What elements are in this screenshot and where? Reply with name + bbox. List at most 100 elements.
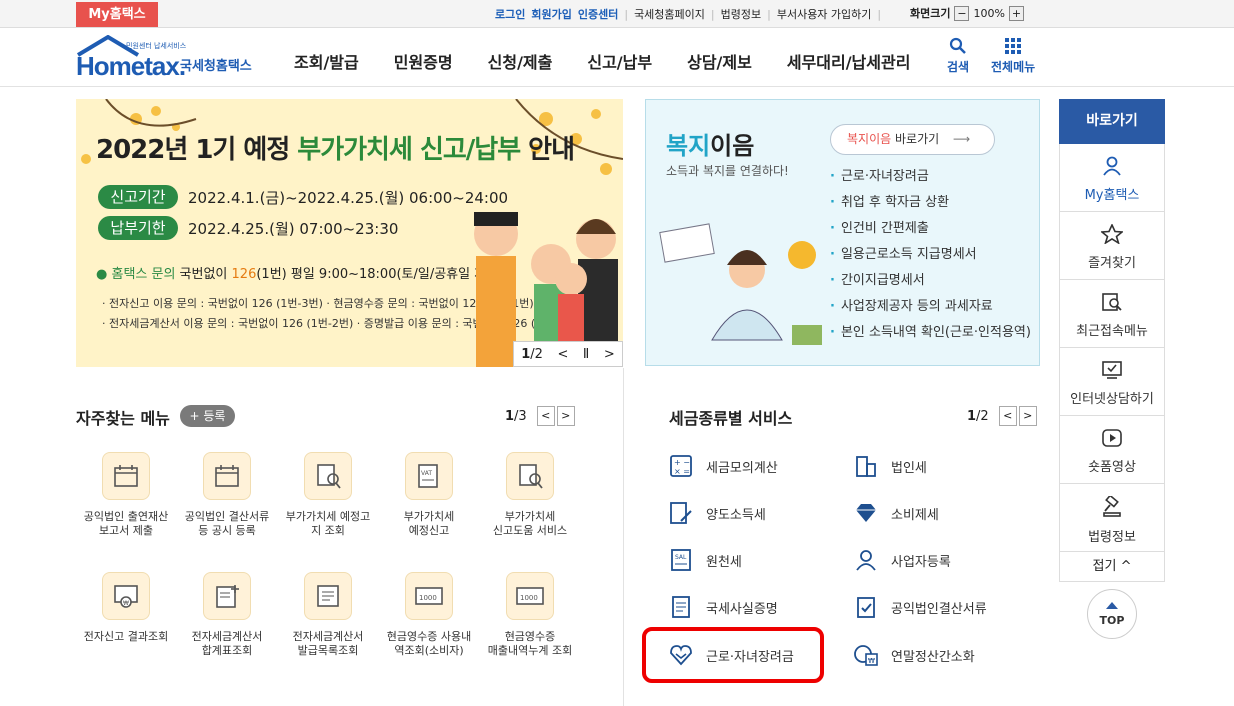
- next-page-button[interactable]: >: [556, 406, 575, 426]
- quick-shortform-video[interactable]: 숏폼영상: [1059, 416, 1165, 484]
- banner-page-indicator: 1/2: [521, 346, 543, 362]
- welfare-item[interactable]: 간이지급명세서: [830, 268, 1031, 294]
- separator: |: [767, 7, 771, 21]
- prev-page-button[interactable]: <: [998, 406, 1017, 426]
- welfare-title: 복지이음: [666, 132, 755, 160]
- search-button[interactable]: 검색: [947, 37, 969, 75]
- service-tax-fact-certificate[interactable]: 국세사실증명: [668, 594, 778, 620]
- service-tax-simulation[interactable]: + − × = 세금모의계산: [668, 453, 778, 479]
- quick-law-info[interactable]: 법령정보: [1059, 484, 1165, 552]
- vat-notice-banner[interactable]: 2022년 1기 예정 부가가치세 신고/납부 안내 신고기간 2022.4.1…: [76, 99, 623, 367]
- welfare-item[interactable]: 취업 후 학자금 상환: [830, 190, 1031, 216]
- user-icon: [1103, 156, 1121, 176]
- menu-tile[interactable]: ₩ 전자신고 결과조회: [76, 572, 176, 644]
- quick-bar-header: 바로가기: [1059, 99, 1165, 144]
- dept-user-join-link[interactable]: 부서사용자 가입하기: [777, 6, 872, 22]
- all-menu-button[interactable]: 전체메뉴: [991, 37, 1035, 75]
- nav-inquiry-issue[interactable]: 조회/발급: [294, 49, 359, 73]
- menu-tile[interactable]: 전자세금계산서 발급목록조회: [278, 572, 378, 658]
- menu-tile[interactable]: 공익법인 결산서류 등 공시 등록: [177, 452, 277, 538]
- quick-online-consult[interactable]: 인터넷상담하기: [1059, 348, 1165, 416]
- banner-prev-button[interactable]: <: [557, 347, 568, 362]
- invoice-list-icon: [304, 572, 352, 620]
- frequent-menu-pager: 1/3 < >: [505, 406, 575, 426]
- svg-text:× =: × =: [674, 467, 690, 476]
- document-search-icon: [506, 452, 554, 500]
- scroll-top-button[interactable]: TOP: [1087, 589, 1137, 639]
- prev-page-button[interactable]: <: [536, 406, 555, 426]
- calendar-icon: [203, 452, 251, 500]
- welfare-item[interactable]: 사업장제공자 등의 과세자료: [830, 294, 1031, 320]
- menu-tile[interactable]: 부가가치세 신고도움 서비스: [480, 452, 580, 538]
- welfare-item[interactable]: 인건비 간편제출: [830, 216, 1031, 242]
- deadline-label: 납부기한: [98, 216, 178, 240]
- quick-fold-button[interactable]: 접기 ^: [1059, 552, 1165, 582]
- service-year-end-settlement[interactable]: ₩ 연말정산간소화: [853, 642, 975, 668]
- nav-tax-agent[interactable]: 세무대리/납세관리: [787, 49, 911, 73]
- svg-text:VAT: VAT: [421, 470, 432, 477]
- zoom-out-button[interactable]: −: [954, 5, 970, 21]
- zoom-in-button[interactable]: +: [1008, 5, 1024, 21]
- cert-center-link[interactable]: 인증센터: [578, 6, 618, 22]
- hometax-logo[interactable]: 민원센터 납세서비스 Hometax. 국세청홈택스: [76, 35, 261, 81]
- menu-tile[interactable]: 전자세금계산서 합계표조회: [177, 572, 277, 658]
- service-capital-gains-tax[interactable]: 양도소득세: [668, 500, 766, 526]
- document-icon: [668, 594, 694, 620]
- tax-service-pager: 1/2 < >: [967, 406, 1037, 426]
- welfare-shortcut-button[interactable]: 복지이음 바로가기 ⟶: [830, 124, 995, 155]
- svg-text:+ −: + −: [674, 458, 690, 467]
- cash-receipt-icon: 1000: [405, 572, 453, 620]
- menu-tile[interactable]: 부가가치세 예정고 지 조회: [278, 452, 378, 538]
- login-link[interactable]: 로그인: [495, 6, 525, 22]
- welfare-item[interactable]: 일용근로소득 지급명세서: [830, 242, 1031, 268]
- zoom-value: 100%: [973, 6, 1005, 20]
- nav-consult-report[interactable]: 상담/제보: [687, 49, 752, 73]
- welfare-item[interactable]: 근로·자녀장려금: [830, 164, 1031, 190]
- logo-subtitle: 국세청홈택스: [180, 59, 252, 74]
- logo-text: Hometax.: [76, 51, 186, 81]
- menu-tile[interactable]: 1000 현금영수증 사용내 역조회(소비자): [379, 572, 479, 658]
- law-info-link[interactable]: 법령정보: [721, 6, 761, 22]
- monitor-check-icon: [1102, 361, 1122, 379]
- welfare-item[interactable]: 본인 소득내역 확인(근로·인적용역): [830, 320, 1031, 346]
- my-hometax-tab[interactable]: My홈택스: [76, 2, 158, 27]
- separator: |: [710, 7, 715, 21]
- invoice-add-icon: [203, 572, 251, 620]
- svg-text:₩: ₩: [123, 600, 129, 607]
- menu-tile[interactable]: VAT 부가가치세 예정신고: [379, 452, 479, 538]
- nav-apply-submit[interactable]: 신청/제출: [488, 49, 553, 73]
- star-icon: [1099, 223, 1125, 245]
- quick-recent-menu[interactable]: 최근접속메뉴: [1059, 280, 1165, 348]
- svg-text:1000: 1000: [419, 594, 437, 602]
- section-divider: [623, 368, 624, 706]
- certificate-icon: ₩: [102, 572, 150, 620]
- banner-title: 2022년 1기 예정 부가가치세 신고/납부 안내: [96, 135, 575, 165]
- tax-service-title: 세금종류별 서비스: [669, 409, 793, 428]
- quick-favorites[interactable]: 즐겨찾기: [1059, 212, 1165, 280]
- service-business-registration[interactable]: 사업자등록: [853, 547, 951, 573]
- svg-text:SAL: SAL: [675, 554, 687, 561]
- service-withholding-tax[interactable]: SAL 원천세: [668, 547, 742, 573]
- next-page-button[interactable]: >: [1018, 406, 1037, 426]
- quick-link-bar: 바로가기 My홈택스 즐겨찾기 최근접속메뉴 인터넷상담하기 숏폼영상 법령정보…: [1059, 99, 1165, 582]
- quick-my-hometax[interactable]: My홈택스: [1059, 144, 1165, 212]
- menu-tile[interactable]: 공익법인 출연재산 보고서 제출: [76, 452, 176, 538]
- service-public-corp-settlement[interactable]: 공익법인결산서류: [853, 594, 987, 620]
- service-corporate-tax[interactable]: 법인세: [853, 453, 927, 479]
- register-menu-button[interactable]: + 등록: [180, 405, 235, 427]
- menu-tile[interactable]: 1000 현금영수증 매출내역누계 조회: [480, 572, 580, 658]
- main-header: 민원센터 납세서비스 Hometax. 국세청홈택스 조회/발급 민원증명 신청…: [0, 29, 1234, 87]
- calendar-icon: [102, 452, 150, 500]
- banner-pause-button[interactable]: Ⅱ: [583, 347, 589, 362]
- signup-link[interactable]: 회원가입: [531, 6, 571, 22]
- banner-next-button[interactable]: >: [604, 347, 615, 362]
- service-excise-tax[interactable]: 소비제세: [853, 500, 939, 526]
- nav-report-pay[interactable]: 신고/납부: [587, 49, 652, 73]
- banner-pager: 1/2 < Ⅱ >: [513, 341, 623, 367]
- user-icon: [853, 547, 879, 573]
- nts-homepage-link[interactable]: 국세청홈페이지: [634, 6, 705, 22]
- nav-civil-cert[interactable]: 민원증명: [394, 49, 453, 73]
- play-icon: [1102, 429, 1122, 447]
- document-edit-icon: [668, 500, 694, 526]
- arrow-up-icon: [1106, 602, 1118, 609]
